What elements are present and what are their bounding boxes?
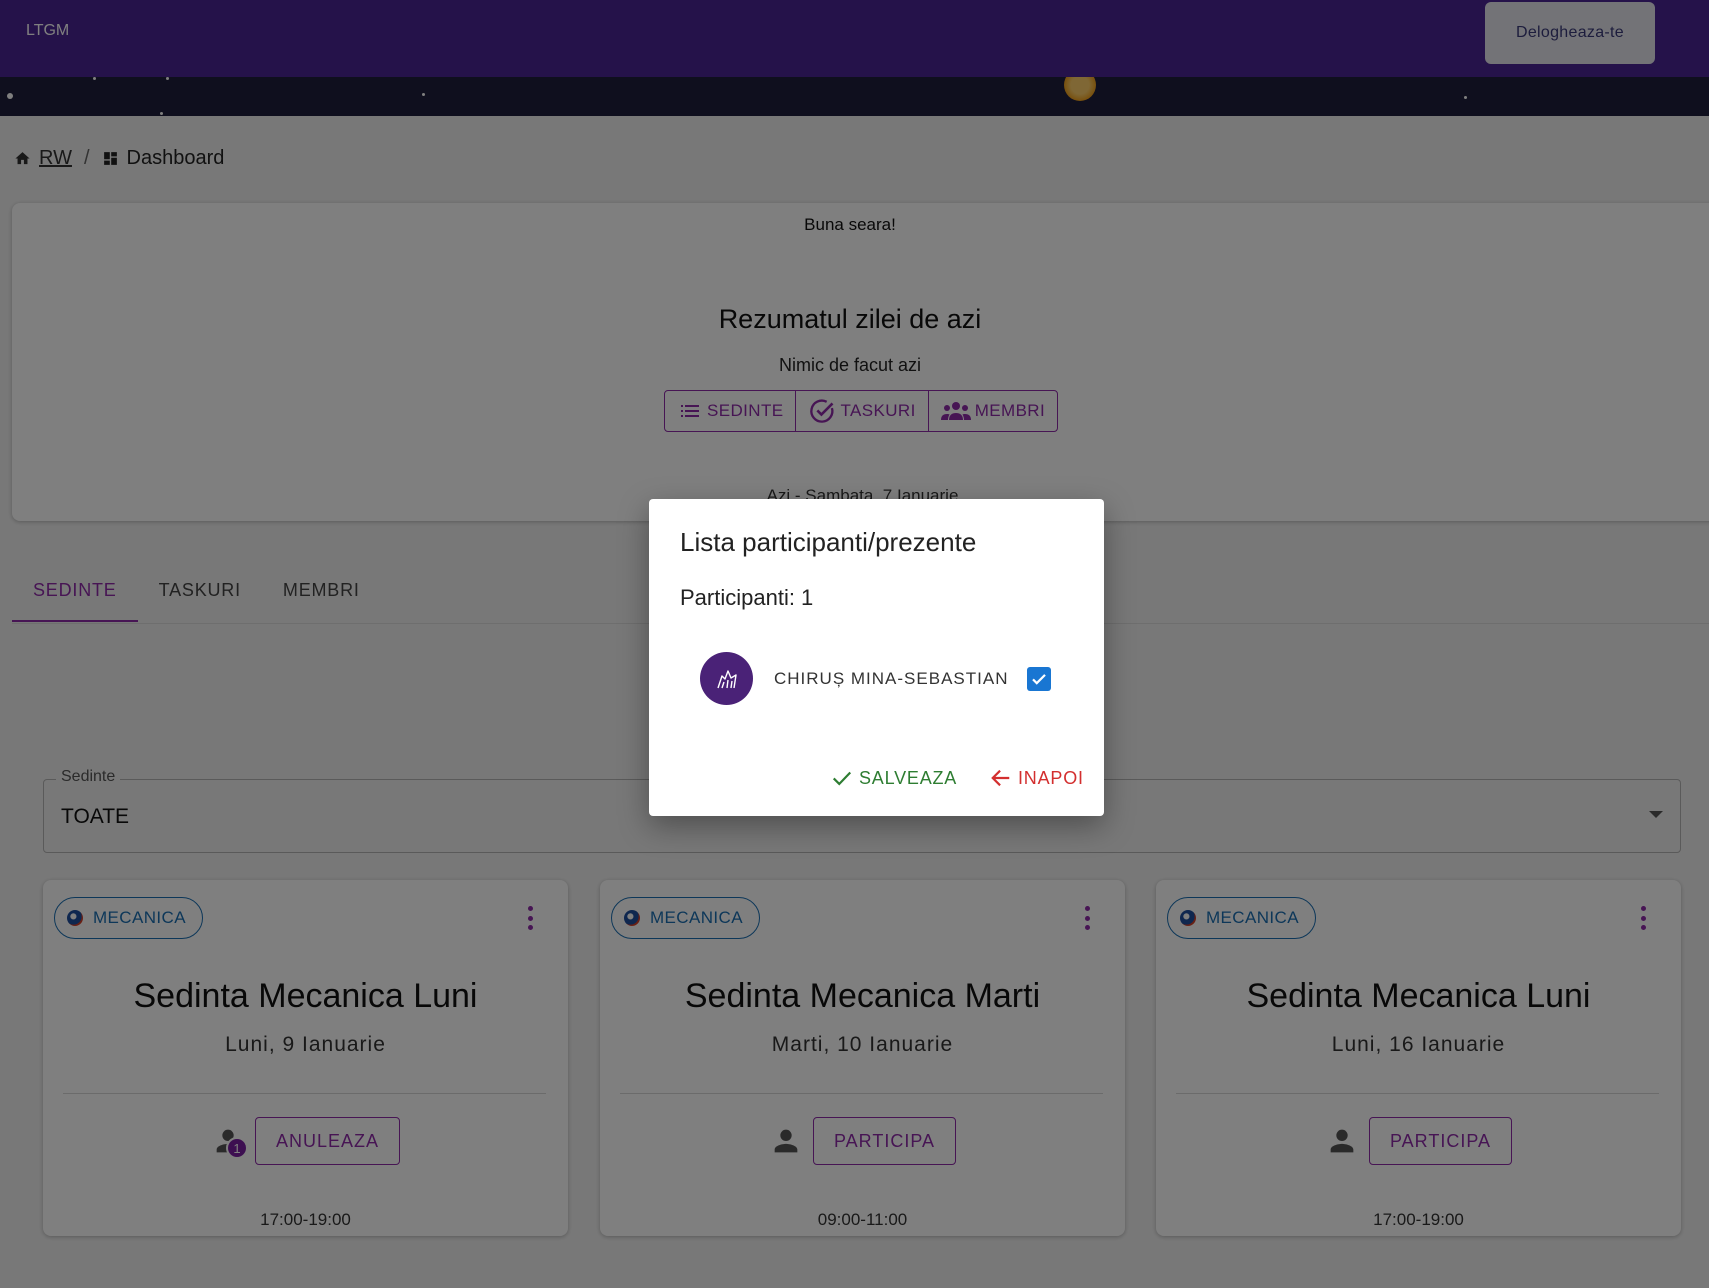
participant-name: CHIRUȘ MINA-SEBASTIAN <box>774 668 1009 688</box>
participants-count: Participanti: 1 <box>680 585 814 610</box>
save-button-label: SALVEAZA <box>859 767 958 788</box>
arrow-back-icon <box>991 769 1010 787</box>
avatar <box>700 652 753 705</box>
save-button[interactable]: SALVEAZA <box>829 767 957 789</box>
participants-dialog: Lista participanti/prezente Participanti… <box>649 499 1104 816</box>
attendance-checkbox[interactable] <box>1027 666 1052 691</box>
check-icon <box>1032 673 1047 685</box>
check-icon <box>832 771 852 786</box>
back-button-label: INAPOI <box>1018 767 1084 788</box>
wolf-logo-icon <box>716 669 737 688</box>
dialog-title: Lista participanti/prezente <box>680 527 977 557</box>
back-button[interactable]: INAPOI <box>988 767 1084 789</box>
participant-row: CHIRUȘ MINA-SEBASTIAN <box>700 652 1052 705</box>
